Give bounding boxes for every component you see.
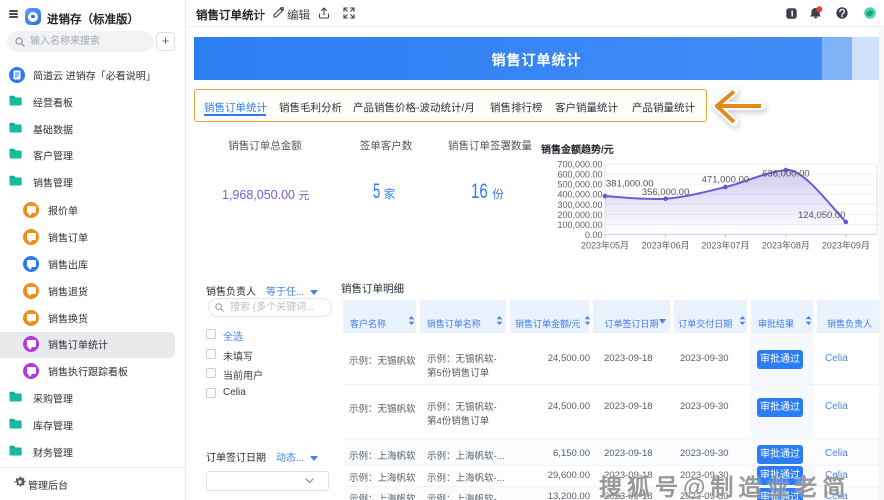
svg-text:636,000.00: 636,000.00 bbox=[762, 169, 810, 180]
svg-text:2023年09月: 2023年09月 bbox=[822, 240, 870, 251]
svg-text:400,000.00: 400,000.00 bbox=[557, 190, 602, 200]
svg-text:124,050.00: 124,050.00 bbox=[798, 210, 846, 221]
svg-text:2023年05月: 2023年05月 bbox=[581, 240, 629, 251]
svg-text:2023年07月: 2023年07月 bbox=[701, 240, 749, 251]
svg-text:200,000.00: 200,000.00 bbox=[557, 210, 602, 220]
svg-text:2023年08月: 2023年08月 bbox=[762, 240, 810, 251]
svg-text:700,000.00: 700,000.00 bbox=[557, 160, 602, 170]
svg-text:500,000.00: 500,000.00 bbox=[557, 180, 602, 190]
svg-text:356,000.00: 356,000.00 bbox=[642, 187, 690, 198]
svg-text:100,000.00: 100,000.00 bbox=[557, 220, 602, 230]
svg-text:471,000.00: 471,000.00 bbox=[702, 175, 750, 186]
svg-text:300,000.00: 300,000.00 bbox=[557, 200, 602, 210]
svg-text:2023年06月: 2023年06月 bbox=[642, 240, 690, 251]
svg-text:600,000.00: 600,000.00 bbox=[557, 170, 602, 180]
svg-text:0.00: 0.00 bbox=[585, 230, 603, 240]
